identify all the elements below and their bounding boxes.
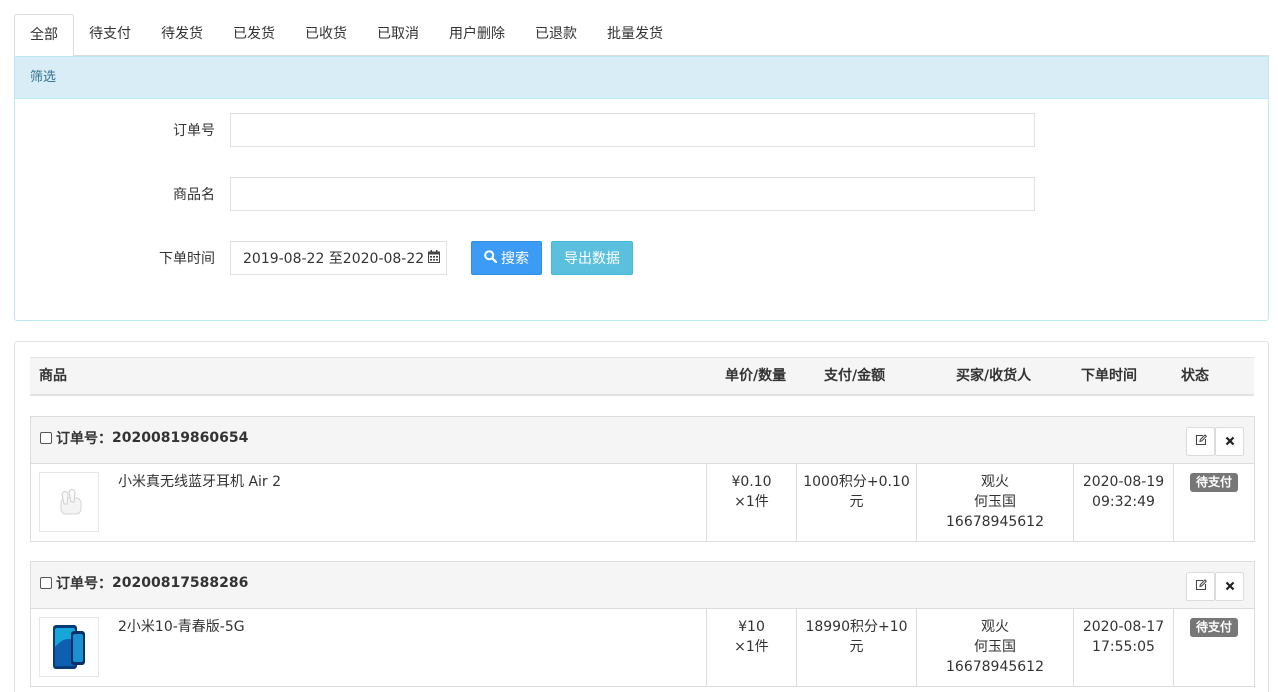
- order-number-value: 20200819860654: [112, 430, 249, 446]
- search-icon: [484, 249, 498, 267]
- product-cell: 小米真无线蓝牙耳机 Air 2: [31, 464, 707, 541]
- product-image-phone[interactable]: [39, 617, 99, 677]
- order-no-input[interactable]: [230, 113, 1035, 147]
- product-name-row: 商品名: [15, 177, 1035, 211]
- quantity: ×1件: [734, 639, 769, 655]
- status-cell: 待支付: [1174, 464, 1254, 541]
- header-payment: 支付/金额: [824, 368, 886, 384]
- receiver-phone: 16678945612: [946, 659, 1044, 675]
- order-checkbox[interactable]: [40, 432, 52, 444]
- orders-panel: 商品 单价/数量 支付/金额 买家/收货人 下单时间 状态 订单号： 202008…: [14, 341, 1269, 692]
- order-time-cell: 2020-08-19 09:32:49: [1074, 464, 1174, 541]
- order-header: 订单号： 20200817588286: [31, 562, 1254, 609]
- product-name-input[interactable]: [230, 177, 1035, 211]
- header-order-time: 下单时间: [1081, 368, 1137, 384]
- close-icon: [1225, 579, 1235, 595]
- tab-cancelled[interactable]: 已取消: [362, 14, 434, 56]
- order-number-value: 20200817588286: [112, 575, 249, 591]
- product-name-label: 商品名: [173, 187, 215, 203]
- order-clock: 09:32:49: [1092, 494, 1155, 510]
- receiver-name: 何玉国: [974, 639, 1016, 655]
- status-badge: 待支付: [1189, 618, 1238, 637]
- order-number: 订单号： 20200817588286: [40, 573, 248, 593]
- edit-icon: [1195, 433, 1207, 450]
- order-number-prefix: 订单号：: [56, 431, 112, 447]
- order-checkbox[interactable]: [40, 577, 52, 589]
- receiver-phone: 16678945612: [946, 514, 1044, 530]
- filter-panel: 筛选 订单号 商品名 下单时间 2019-08-22 至2020-08-22 搜…: [14, 56, 1269, 321]
- order-date: 2020-08-19: [1082, 474, 1165, 490]
- unit-price: ¥10: [738, 619, 765, 635]
- product-name[interactable]: 小米真无线蓝牙耳机 Air 2: [118, 472, 281, 492]
- payment-unit: 元: [849, 639, 864, 655]
- payment-cell: 1000积分+0.10 元: [797, 464, 917, 541]
- tab-pending-payment[interactable]: 待支付: [74, 14, 146, 56]
- order-time-label: 下单时间: [159, 251, 215, 267]
- buyer-name: 观火: [981, 619, 1009, 635]
- order-time-row: 下单时间 2019-08-22 至2020-08-22 搜索 导出数据: [15, 241, 633, 275]
- tab-batch-ship[interactable]: 批量发货: [592, 14, 678, 56]
- tab-refunded[interactable]: 已退款: [520, 14, 592, 56]
- product-image-earbuds[interactable]: [39, 472, 99, 532]
- export-button-label: 导出数据: [564, 251, 620, 267]
- buyer-cell: 观火 何玉国 16678945612: [917, 609, 1074, 686]
- export-data-button[interactable]: 导出数据: [551, 241, 633, 275]
- payment-amount: 18990积分+10: [805, 619, 908, 635]
- order-row: 2小米10-青春版-5G ¥10 ×1件 18990积分+10 元 观火 何玉国…: [31, 609, 1254, 686]
- header-price-qty: 单价/数量: [725, 368, 787, 384]
- delete-order-button[interactable]: [1215, 572, 1244, 601]
- edit-order-button[interactable]: [1186, 427, 1215, 456]
- search-button[interactable]: 搜索: [471, 241, 542, 275]
- buyer-name: 观火: [981, 474, 1009, 490]
- header-status: 状态: [1181, 368, 1209, 384]
- receiver-name: 何玉国: [974, 494, 1016, 510]
- price-qty-cell: ¥0.10 ×1件: [707, 464, 797, 541]
- header-buyer: 买家/收货人: [956, 368, 1032, 384]
- close-icon: [1225, 434, 1235, 450]
- order-time-cell: 2020-08-17 17:55:05: [1074, 609, 1174, 686]
- tab-received[interactable]: 已收货: [290, 14, 362, 56]
- tab-user-deleted[interactable]: 用户删除: [434, 14, 520, 56]
- buyer-cell: 观火 何玉国 16678945612: [917, 464, 1074, 541]
- tab-shipped[interactable]: 已发货: [218, 14, 290, 56]
- status-cell: 待支付: [1174, 609, 1254, 686]
- order-no-row: 订单号: [15, 113, 1035, 147]
- search-button-label: 搜索: [501, 251, 529, 267]
- status-badge: 待支付: [1189, 473, 1238, 492]
- payment-amount: 1000积分+0.10: [803, 474, 910, 490]
- date-range-value: 2019-08-22 至2020-08-22: [243, 251, 425, 267]
- payment-cell: 18990积分+10 元: [797, 609, 917, 686]
- order-header: 订单号： 20200819860654: [31, 417, 1254, 464]
- product-name[interactable]: 2小米10-青春版-5G: [118, 617, 245, 637]
- product-cell: 2小米10-青春版-5G: [31, 609, 707, 686]
- order-number: 订单号： 20200819860654: [40, 428, 248, 448]
- quantity: ×1件: [734, 494, 769, 510]
- edit-icon: [1195, 578, 1207, 595]
- order-row: 小米真无线蓝牙耳机 Air 2 ¥0.10 ×1件 1000积分+0.10 元 …: [31, 464, 1254, 541]
- delete-order-button[interactable]: [1215, 427, 1244, 456]
- order-card: 订单号： 20200817588286 2小米10-青春版-5G ¥10 ×1件…: [30, 561, 1255, 687]
- tab-pending-shipment[interactable]: 待发货: [146, 14, 218, 56]
- header-product: 商品: [39, 368, 67, 384]
- calendar-icon: [428, 249, 441, 267]
- order-status-tabs: 全部 待支付 待发货 已发货 已收货 已取消 用户删除 已退款 批量发货: [14, 14, 1269, 57]
- order-clock: 17:55:05: [1092, 639, 1155, 655]
- orders-table-header: 商品 单价/数量 支付/金额 买家/收货人 下单时间 状态: [30, 357, 1254, 396]
- filter-heading: 筛选: [15, 57, 1268, 99]
- payment-unit: 元: [849, 494, 864, 510]
- price-qty-cell: ¥10 ×1件: [707, 609, 797, 686]
- edit-order-button[interactable]: [1186, 572, 1215, 601]
- order-number-prefix: 订单号：: [56, 576, 112, 592]
- order-no-label: 订单号: [173, 123, 215, 139]
- order-date: 2020-08-17: [1082, 619, 1165, 635]
- order-card: 订单号： 20200819860654 小米真无线蓝牙耳机 Air 2 ¥0.1…: [30, 416, 1255, 542]
- tab-all[interactable]: 全部: [14, 14, 74, 57]
- unit-price: ¥0.10: [731, 474, 772, 490]
- date-range-input[interactable]: 2019-08-22 至2020-08-22: [230, 241, 447, 275]
